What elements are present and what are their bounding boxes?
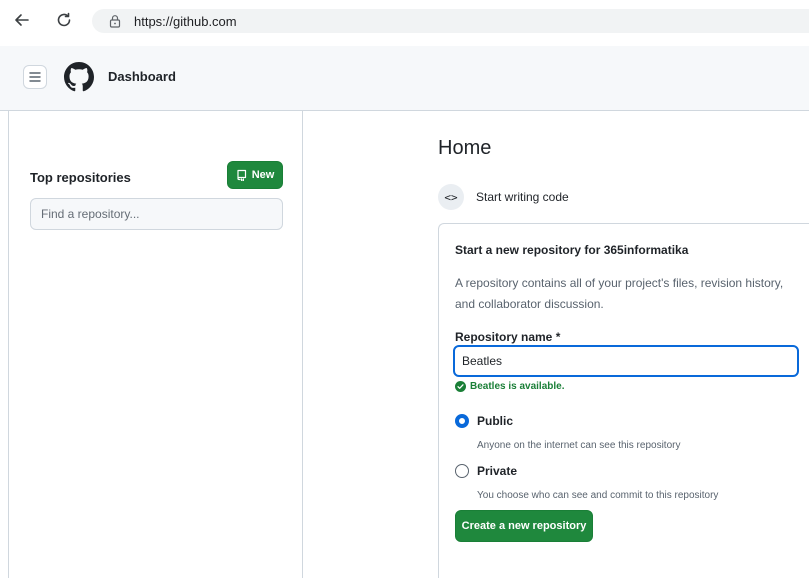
public-radio[interactable]: [455, 414, 469, 428]
arrow-left-icon: [15, 14, 29, 26]
repository-name-input[interactable]: [453, 345, 799, 377]
page-title: Home: [438, 137, 492, 159]
public-label[interactable]: Public: [477, 414, 513, 428]
new-repository-button[interactable]: New: [227, 161, 283, 189]
site-info-icon[interactable]: [108, 14, 122, 28]
card-description: A repository contains all of your projec…: [455, 276, 784, 311]
private-label[interactable]: Private: [477, 464, 517, 478]
top-repositories-heading: Top repositories: [30, 170, 131, 185]
card-title: Start a new repository for 365informatik…: [455, 243, 689, 257]
browser-toolbar: https://github.com: [0, 0, 809, 40]
new-repository-card: Start a new repository for 365informatik…: [438, 223, 809, 578]
start-writing-code-row: <> Start writing code: [438, 184, 569, 210]
availability-message: Beatles is available.: [455, 381, 565, 392]
address-bar[interactable]: https://github.com: [92, 9, 809, 33]
main-content: Home <> Start writing code Start a new r…: [304, 111, 809, 578]
url-text: https://github.com: [134, 13, 237, 29]
public-description: Anyone on the internet can see this repo…: [477, 440, 681, 451]
reload-button[interactable]: [54, 10, 74, 30]
repo-icon: [237, 169, 246, 181]
code-icon: <>: [438, 184, 464, 210]
github-logo-icon[interactable]: [64, 62, 94, 92]
dashboard-sidebar: Top repositories New: [8, 111, 303, 578]
check-circle-icon: [455, 381, 466, 392]
new-button-label: New: [251, 169, 275, 181]
back-button[interactable]: [12, 10, 32, 30]
find-repository-input[interactable]: [30, 198, 283, 230]
availability-text: Beatles is available.: [470, 381, 565, 392]
hamburger-icon: [29, 72, 41, 82]
create-repository-button[interactable]: Create a new repository: [455, 510, 593, 542]
github-header: Dashboard: [0, 46, 809, 111]
reload-icon: [57, 12, 71, 27]
start-writing-code-label: Start writing code: [476, 190, 569, 204]
context-title[interactable]: Dashboard: [108, 69, 176, 84]
private-description: You choose who can see and commit to thi…: [477, 490, 719, 501]
menu-button[interactable]: [23, 65, 47, 89]
repository-name-label: Repository name *: [455, 330, 561, 344]
private-radio[interactable]: [455, 464, 469, 478]
